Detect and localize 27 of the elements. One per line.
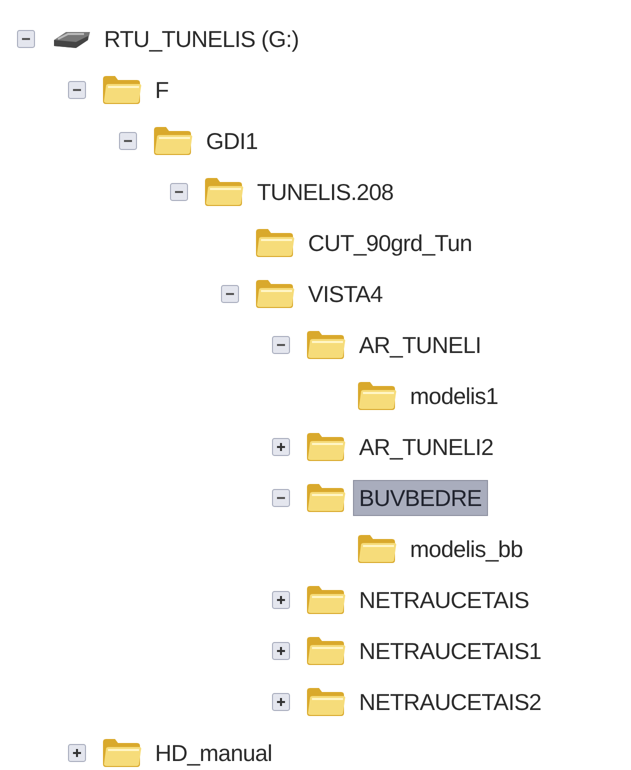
- expand-toggle[interactable]: [272, 438, 290, 456]
- collapse-toggle[interactable]: [272, 488, 290, 506]
- tree-item[interactable]: RTU_TUNELIS (G:): [98, 22, 305, 56]
- tree-item[interactable]: CUT_90grd_Tun: [302, 226, 478, 260]
- tree-item[interactable]: modelis_bb: [404, 532, 529, 566]
- collapse-toggle[interactable]: [272, 336, 290, 354]
- tree-item[interactable]: BUVBEDRE: [353, 480, 488, 516]
- expand-toggle[interactable]: [272, 642, 290, 660]
- collapse-toggle[interactable]: [68, 80, 86, 98]
- tree-item[interactable]: NETRAUCETAIS1: [353, 634, 548, 668]
- tree-item[interactable]: F: [149, 72, 175, 106]
- tree-item[interactable]: TUNELIS.208: [251, 174, 400, 208]
- tree-item[interactable]: HD_manual: [149, 736, 278, 770]
- expand-toggle[interactable]: [68, 744, 86, 762]
- collapse-toggle[interactable]: [221, 284, 239, 302]
- tree-item[interactable]: AR_TUNELI: [353, 328, 488, 362]
- expand-toggle[interactable]: [272, 692, 290, 710]
- collapse-toggle[interactable]: [170, 182, 188, 200]
- expand-toggle[interactable]: [272, 590, 290, 608]
- tree-item[interactable]: NETRAUCETAIS: [353, 582, 535, 616]
- collapse-toggle[interactable]: [17, 30, 35, 48]
- tree-item[interactable]: GDI1: [200, 124, 264, 158]
- collapse-toggle[interactable]: [119, 132, 137, 150]
- tree-item[interactable]: modelis1: [404, 378, 504, 412]
- tree-item[interactable]: NETRAUCETAIS2: [353, 684, 548, 718]
- tree-item[interactable]: AR_TUNELI2: [353, 430, 500, 464]
- tree-item[interactable]: VISTA4: [302, 276, 389, 310]
